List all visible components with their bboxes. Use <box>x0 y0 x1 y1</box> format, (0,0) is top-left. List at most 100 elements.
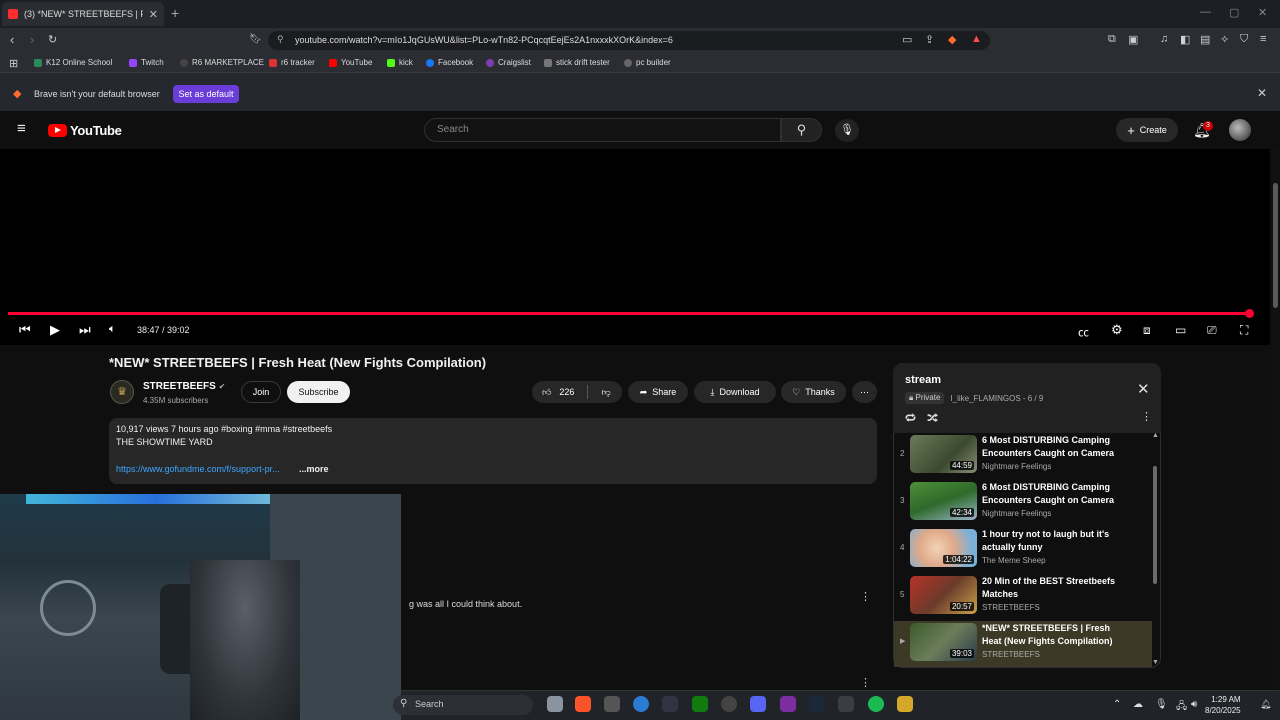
brave-shields-icon[interactable]: ◆ <box>948 33 956 46</box>
search-input[interactable]: Search <box>424 118 781 142</box>
video-thumbnail[interactable]: 39:03 <box>910 623 977 661</box>
subscribe-button[interactable]: Subscribe <box>287 381 350 403</box>
settings-gear-icon[interactable]: ⚙︎ <box>1111 322 1123 338</box>
search-button[interactable]: ⚲ <box>781 118 822 142</box>
comment-more-icon[interactable]: ⋮ <box>860 676 871 689</box>
reload-icon[interactable]: ↻ <box>48 33 57 46</box>
address-bar[interactable]: ⚲ youtube.com/watch?v=mIo1JqGUsWU&list=P… <box>268 31 990 50</box>
video-thumbnail[interactable]: 44:59 <box>910 435 977 473</box>
app-icon[interactable] <box>838 696 854 712</box>
voice-search-button[interactable]: 🎙︎ <box>835 119 859 142</box>
wallet-icon[interactable]: ▤ <box>1200 33 1210 46</box>
brave-rewards-icon[interactable]: ▲ <box>971 33 982 45</box>
playlist-scroll-up-icon[interactable]: ▲ <box>1152 432 1159 439</box>
playlist-scroll-down-icon[interactable]: ▼ <box>1152 659 1159 666</box>
set-as-default-button[interactable]: Set as default <box>173 85 239 103</box>
playlist-item[interactable]: 3 42:34 6 Most DISTURBING Camping Encoun… <box>894 480 1152 526</box>
app-icon[interactable] <box>780 696 796 712</box>
app-icon[interactable] <box>897 696 913 712</box>
playlist-title[interactable]: stream <box>905 374 941 386</box>
video-thumbnail[interactable]: 42:34 <box>910 482 977 520</box>
create-button[interactable]: + Create <box>1116 118 1178 142</box>
app-icon[interactable] <box>604 696 620 712</box>
playlist-scrollbar-thumb[interactable] <box>1153 466 1157 584</box>
brave-browser-icon[interactable] <box>575 696 591 712</box>
site-info-icon[interactable]: ⚲ <box>277 34 284 45</box>
share-page-icon[interactable]: ⇪ <box>925 33 934 46</box>
account-avatar[interactable] <box>1229 119 1251 141</box>
fullscreen-icon[interactable]: ⛶ <box>1240 323 1248 338</box>
app-icon[interactable] <box>662 696 678 712</box>
discord-icon[interactable] <box>750 696 766 712</box>
vpn-icon[interactable]: ⛉ <box>1240 33 1248 46</box>
thanks-button[interactable]: ♡ Thanks <box>781 381 846 403</box>
sidebar-icon[interactable]: ◧ <box>1180 33 1190 46</box>
extensions-icon[interactable]: ⧉ <box>1108 33 1116 46</box>
theater-mode-icon[interactable]: ▭ <box>1175 323 1186 337</box>
comment-more-icon[interactable]: ⋮ <box>860 590 871 603</box>
captions-icon[interactable]: ㏄ <box>1078 324 1089 340</box>
channel-avatar[interactable]: ♛ <box>110 380 134 404</box>
gofundme-link[interactable]: https://www.gofundme.com/f/support-pr... <box>116 464 280 474</box>
bookmark-facebook[interactable]: Facebook <box>426 58 473 67</box>
playlist-item[interactable]: 5 20:57 20 Min of the BEST Streetbeefs M… <box>894 574 1152 620</box>
close-tab-icon[interactable]: ✕ <box>149 8 158 21</box>
close-infobar-icon[interactable]: ✕ <box>1257 86 1267 100</box>
volume-icon[interactable]: 🔈︎ <box>109 323 116 336</box>
bookmark-r6-tracker[interactable]: r6 tracker <box>269 58 315 67</box>
like-button[interactable]: 👍︎ 226 <box>542 387 574 398</box>
video-thumbnail[interactable]: 20:57 <box>910 576 977 614</box>
youtube-logo[interactable]: YouTube <box>48 123 122 138</box>
screenshot-icon[interactable]: ▭ <box>902 33 912 46</box>
loop-icon[interactable]: 🔁︎ <box>905 413 916 425</box>
tab-search-icon[interactable]: ▣ <box>1128 33 1138 46</box>
description-more-button[interactable]: ...more <box>299 464 329 474</box>
microphone-icon[interactable]: 🎙︎ <box>1155 699 1168 710</box>
channel-name[interactable]: STREETBEEFS ✔ <box>143 381 225 392</box>
video-thumbnail[interactable]: 1:04:22 <box>910 529 977 567</box>
bookmark-pc-builder[interactable]: pc builder <box>624 58 671 67</box>
onedrive-icon[interactable]: ☁ <box>1133 699 1143 710</box>
bookmark-icon[interactable]: 🔖︎ <box>249 34 262 45</box>
close-window-icon[interactable]: ✕ <box>1258 6 1267 19</box>
new-tab-icon[interactable]: + <box>171 5 179 21</box>
leo-ai-icon[interactable]: ✧ <box>1220 33 1229 46</box>
network-icon[interactable]: 🖧︎ <box>1176 699 1187 716</box>
progress-scrubber[interactable] <box>1245 309 1254 318</box>
playlist-more-icon[interactable]: ⋮ <box>1141 410 1152 423</box>
taskbar-clock[interactable]: 1:29 AM 8/20/2025 <box>1205 694 1241 716</box>
close-playlist-icon[interactable]: ✕ <box>1137 380 1150 398</box>
hamburger-menu-icon[interactable]: ≡ <box>17 120 26 137</box>
dislike-button[interactable]: 👎︎ <box>601 387 610 398</box>
bookmark-craigslist[interactable]: Craigslist <box>486 58 531 67</box>
video-player[interactable] <box>0 149 1270 345</box>
playlist-item[interactable]: 4 1:04:22 1 hour try not to laugh but it… <box>894 527 1152 573</box>
spotify-icon[interactable] <box>868 696 884 712</box>
miniplayer-icon[interactable]: ⧈ <box>1143 323 1151 338</box>
more-actions-button[interactable]: ⋯ <box>852 381 877 403</box>
playlist-item-current[interactable]: ▶ 39:03 *NEW* STREETBEEFS | Fresh Heat (… <box>894 621 1152 667</box>
file-explorer-icon[interactable] <box>547 696 563 712</box>
back-icon[interactable]: ‹ <box>10 32 14 47</box>
previous-icon[interactable]: ⏮︎ <box>19 322 31 338</box>
bookmark-twitch[interactable]: Twitch <box>129 58 164 67</box>
download-button[interactable]: ⤓ Download <box>694 381 776 403</box>
maximize-icon[interactable]: ▢ <box>1229 6 1239 19</box>
playlist-item[interactable]: 2 44:59 6 Most DISTURBING Camping Encoun… <box>894 433 1152 479</box>
cast-icon[interactable]: ⎚ <box>1207 323 1217 338</box>
join-button[interactable]: Join <box>241 381 281 403</box>
tray-chevron-icon[interactable]: ⌃ <box>1113 699 1121 710</box>
bookmark-youtube[interactable]: YouTube <box>329 58 372 67</box>
menu-icon[interactable]: ≡ <box>1260 33 1266 45</box>
xbox-icon[interactable] <box>692 696 708 712</box>
bookmark-stick-drift[interactable]: stick drift tester <box>544 58 610 67</box>
bookmark-kick[interactable]: kick <box>387 58 413 67</box>
shuffle-icon[interactable]: 🔀︎ <box>927 413 938 425</box>
volume-icon[interactable]: 🔊︎ <box>1191 699 1197 710</box>
progress-bar[interactable] <box>8 312 1249 315</box>
steam-icon[interactable] <box>809 696 825 712</box>
bookmark-k12[interactable]: K12 Online School <box>34 58 112 67</box>
taskbar-search[interactable]: ⚲ Search <box>393 695 533 715</box>
browser-tab[interactable]: (3) *NEW* STREETBEEFS | Fresh H ✕ <box>2 2 164 26</box>
notification-center-icon[interactable]: 🔔︎ <box>1260 699 1271 710</box>
